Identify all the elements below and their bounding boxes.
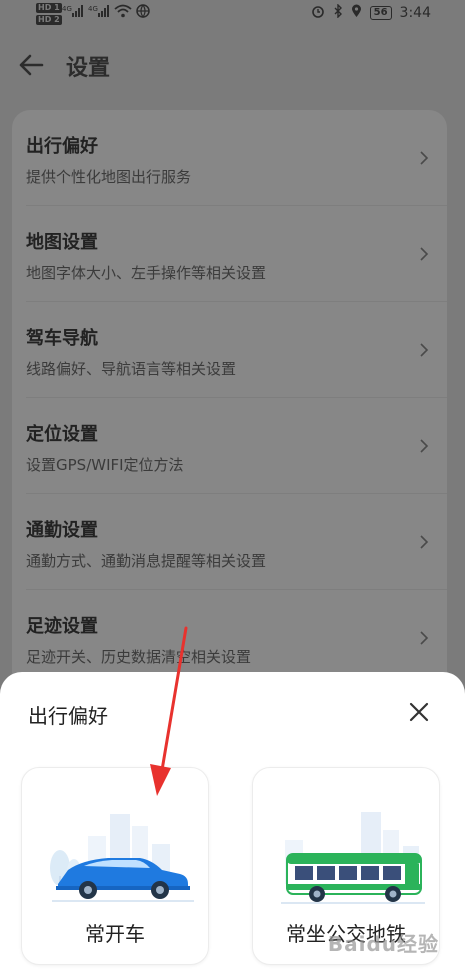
- setting-location[interactable]: 定位设置 设置GPS/WIFI定位方法: [12, 398, 447, 494]
- signal-1-icon: 4G: [62, 4, 86, 22]
- setting-title: 通勤设置: [26, 520, 98, 541]
- status-bar: HD 1 HD 2 4G 4G 56 3:44: [0, 0, 465, 26]
- setting-subtitle: 地图字体大小、左手操作等相关设置: [26, 264, 267, 282]
- setting-map[interactable]: 地图设置 地图字体大小、左手操作等相关设置: [12, 206, 447, 302]
- signal-2-icon: 4G: [88, 4, 112, 22]
- chevron-right-icon: [420, 631, 429, 645]
- chevron-right-icon: [420, 439, 429, 453]
- watermark: Baidu经验: [327, 932, 439, 956]
- sim-indicators: HD 1 HD 2: [36, 3, 62, 25]
- settings-list: 出行偏好 提供个性化地图出行服务 地图设置 地图字体大小、左手操作等相关设置 驾…: [12, 110, 447, 750]
- setting-title: 足迹设置: [26, 616, 98, 637]
- globe-icon: [136, 4, 150, 22]
- battery-icon: 56: [369, 6, 392, 20]
- wifi-icon: [114, 4, 132, 22]
- setting-subtitle: 设置GPS/WIFI定位方法: [26, 456, 184, 474]
- page-title: 设置: [66, 56, 111, 81]
- sheet-title: 出行偏好: [28, 704, 108, 728]
- header: 设置: [0, 40, 465, 90]
- bus-illustration-icon: [281, 812, 425, 904]
- close-icon[interactable]: [407, 700, 431, 724]
- back-arrow-icon[interactable]: [16, 50, 46, 80]
- setting-commute[interactable]: 通勤设置 通勤方式、通勤消息提醒等相关设置: [12, 494, 447, 590]
- setting-travel-preference[interactable]: 出行偏好 提供个性化地图出行服务: [12, 110, 447, 206]
- setting-subtitle: 足迹开关、历史数据清空相关设置: [26, 648, 252, 666]
- sim2-badge: HD 2: [36, 15, 62, 25]
- setting-title: 定位设置: [26, 424, 98, 445]
- setting-driving-navigation[interactable]: 驾车导航 线路偏好、导航语言等相关设置: [12, 302, 447, 398]
- chevron-right-icon: [420, 151, 429, 165]
- network-1-label: 4G: [62, 5, 72, 13]
- chevron-right-icon: [420, 535, 429, 549]
- setting-subtitle: 线路偏好、导航语言等相关设置: [26, 360, 237, 378]
- chevron-right-icon: [420, 247, 429, 261]
- network-2-label: 4G: [88, 5, 98, 13]
- status-right: 56 3:44: [311, 3, 431, 22]
- car-illustration-icon: [50, 814, 194, 902]
- location-icon: [351, 4, 362, 22]
- setting-title: 驾车导航: [26, 328, 98, 349]
- setting-subtitle: 提供个性化地图出行服务: [26, 168, 192, 186]
- option-drive-car[interactable]: 常开车: [21, 767, 209, 965]
- bluetooth-icon: [333, 3, 343, 22]
- setting-title: 地图设置: [26, 232, 98, 253]
- chevron-right-icon: [420, 343, 429, 357]
- setting-subtitle: 通勤方式、通勤消息提醒等相关设置: [26, 552, 267, 570]
- clock: 3:44: [399, 5, 431, 21]
- option-label: 常开车: [85, 922, 145, 946]
- travel-preference-sheet: 出行偏好 常开车 常坐公交地铁 Baidu经验: [0, 672, 465, 979]
- alarm-icon: [311, 4, 325, 22]
- setting-title: 出行偏好: [26, 136, 98, 157]
- sim1-badge: HD 1: [36, 3, 62, 13]
